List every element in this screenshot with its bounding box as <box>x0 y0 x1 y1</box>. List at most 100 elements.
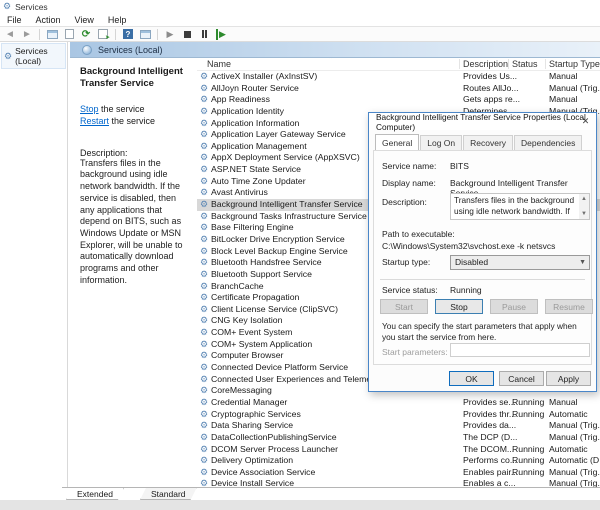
stop-service-link[interactable]: Stop <box>80 104 99 114</box>
service-row[interactable]: ⚙ AllJoyn Router Service Routes AllJo...… <box>197 83 600 95</box>
tab-standard[interactable]: Standard <box>140 488 197 500</box>
refresh-icon[interactable]: ⟳ <box>79 28 93 40</box>
export-list-icon[interactable] <box>96 28 110 41</box>
tab-log-on[interactable]: Log On <box>420 135 463 151</box>
service-row[interactable]: ⚙ Data Sharing Service Provides da... Ma… <box>197 420 600 432</box>
tab-extended[interactable]: Extended <box>66 488 124 500</box>
description-textbox[interactable]: Transfers files in the background using … <box>450 193 590 220</box>
service-gear-icon: ⚙ <box>200 408 209 419</box>
pause-service-icon[interactable] <box>197 28 211 40</box>
help-icon[interactable]: ? <box>121 28 135 40</box>
description-textbox-value: Transfers files in the background using … <box>454 195 575 219</box>
column-divider[interactable] <box>545 59 546 69</box>
menu-action[interactable]: Action <box>29 15 68 25</box>
stop-button[interactable]: Stop <box>435 299 483 314</box>
service-gear-icon: ⚙ <box>200 94 209 105</box>
service-row[interactable]: ⚙ ActiveX Installer (AxInstSV) Provides … <box>197 71 600 83</box>
ok-button[interactable]: OK <box>449 371 494 386</box>
restart-service-link[interactable]: Restart <box>80 116 109 126</box>
pane-header-title: Services (Local) <box>98 44 163 55</box>
service-row[interactable]: ⚙ DataCollectionPublishingService The DC… <box>197 432 600 444</box>
service-gear-icon: ⚙ <box>200 478 209 487</box>
chevron-down-icon: ▼ <box>579 259 586 266</box>
service-status-label: Service status: <box>382 285 438 295</box>
service-name-cell: AllJoyn Router Service <box>211 82 299 93</box>
scroll-down-icon[interactable]: ▼ <box>581 210 587 218</box>
service-status-value: Running <box>450 285 482 295</box>
startup-type-dropdown[interactable]: Disabled ▼ <box>450 255 590 270</box>
service-row[interactable]: ⚙ App Readiness Gets apps re... Manual <box>197 94 600 106</box>
pane-header: Services (Local) <box>70 42 600 58</box>
service-gear-icon: ⚙ <box>200 222 209 233</box>
show-console-tree-icon[interactable] <box>45 28 59 40</box>
service-gear-icon: ⚙ <box>200 327 209 338</box>
textbox-scrollbar[interactable]: ▲ ▼ <box>579 194 589 219</box>
service-status-cell: Running <box>512 408 545 419</box>
service-name-cell: Block Level Backup Engine Service <box>211 245 348 256</box>
service-name-cell: Device Install Service <box>211 478 295 487</box>
tab-recovery[interactable]: Recovery <box>463 135 514 151</box>
cancel-button[interactable]: Cancel <box>499 371 544 386</box>
startup-type-label: Startup type: <box>382 257 431 267</box>
apply-button[interactable]: Apply <box>546 371 591 386</box>
column-header-status[interactable]: Status <box>512 59 538 69</box>
tab-general[interactable]: General <box>375 134 420 150</box>
service-gear-icon: ⚙ <box>200 338 209 349</box>
tab-dependencies[interactable]: Dependencies <box>514 135 583 151</box>
menu-help[interactable]: Help <box>101 15 134 25</box>
service-name-cell: AppX Deployment Service (AppXSVC) <box>211 152 360 163</box>
close-icon[interactable]: ✕ <box>579 115 592 128</box>
service-gear-icon: ⚙ <box>200 152 209 163</box>
service-name-cell: Application Management <box>211 140 307 151</box>
service-row[interactable]: ⚙ Delivery Optimization Performs co... R… <box>197 455 600 467</box>
sort-ascending-icon: ⌃ <box>327 58 334 64</box>
forward-icon[interactable]: ► <box>20 28 34 40</box>
service-name-cell: Cryptographic Services <box>211 408 301 419</box>
tree-item-services-local[interactable]: ⚙ Services (Local) <box>1 43 66 69</box>
service-name-cell: BitLocker Drive Encryption Service <box>211 233 345 244</box>
service-name-label: Service name: <box>382 161 437 171</box>
service-name-cell: Background Tasks Infrastructure Service <box>211 210 367 221</box>
console-tree-pane: ⚙ Services (Local) <box>0 42 68 487</box>
service-gear-icon: ⚙ <box>200 292 209 303</box>
start-button[interactable]: Start <box>380 299 428 314</box>
service-row[interactable]: ⚙ DCOM Server Process Launcher The DCOM.… <box>197 444 600 456</box>
path-to-executable-value: C:\Windows\System32\svchost.exe -k netsv… <box>382 241 556 251</box>
service-gear-icon: ⚙ <box>200 175 209 186</box>
column-header-startup-type[interactable]: Startup Type <box>549 59 600 69</box>
column-divider[interactable] <box>508 59 509 69</box>
service-row[interactable]: ⚙ Credential Manager Provides se... Runn… <box>197 397 600 409</box>
column-divider[interactable] <box>459 59 460 69</box>
column-header-description[interactable]: Description <box>463 59 508 69</box>
stop-service-icon[interactable] <box>180 28 194 40</box>
service-gear-icon: ⚙ <box>200 280 209 291</box>
service-gear-icon: ⚙ <box>200 129 209 140</box>
menu-view[interactable]: View <box>68 15 101 25</box>
stop-service-text: the service <box>98 103 145 114</box>
service-name-cell: DataCollectionPublishingService <box>211 431 337 442</box>
resume-button[interactable]: Resume <box>545 299 593 314</box>
show-pane-icon[interactable] <box>138 28 152 40</box>
service-startup-cell: Automatic <box>549 408 588 419</box>
properties-icon[interactable] <box>62 28 76 40</box>
menu-file[interactable]: File <box>0 15 29 25</box>
back-icon[interactable]: ◄ <box>3 28 17 40</box>
service-row[interactable]: ⚙ Device Install Service Enables a c... … <box>197 478 600 487</box>
service-row[interactable]: ⚙ Device Association Service Enables pai… <box>197 467 600 479</box>
service-name-cell: Bluetooth Support Service <box>211 268 312 279</box>
dialog-titlebar[interactable]: Background Intelligent Transfer Service … <box>369 112 596 132</box>
pause-button[interactable]: Pause <box>490 299 538 314</box>
service-row[interactable]: ⚙ Cryptographic Services Provides thr...… <box>197 409 600 421</box>
start-service-icon[interactable]: ▶ <box>163 28 177 40</box>
column-header-name[interactable]: Name <box>207 59 231 69</box>
scroll-up-icon[interactable]: ▲ <box>581 195 587 203</box>
service-description-cell: Provides da... <box>463 420 517 431</box>
general-tab-page: Service name: BITS Display name: Backgro… <box>373 150 593 365</box>
start-parameters-input[interactable] <box>450 343 590 357</box>
restart-service-icon[interactable]: ▶ <box>214 28 228 40</box>
path-to-executable-label: Path to executable: <box>382 229 455 239</box>
service-name-cell: Delivery Optimization <box>211 455 294 466</box>
service-gear-icon: ⚙ <box>200 385 209 396</box>
service-gear-icon: ⚙ <box>200 140 209 151</box>
service-name-value: BITS <box>450 161 469 171</box>
